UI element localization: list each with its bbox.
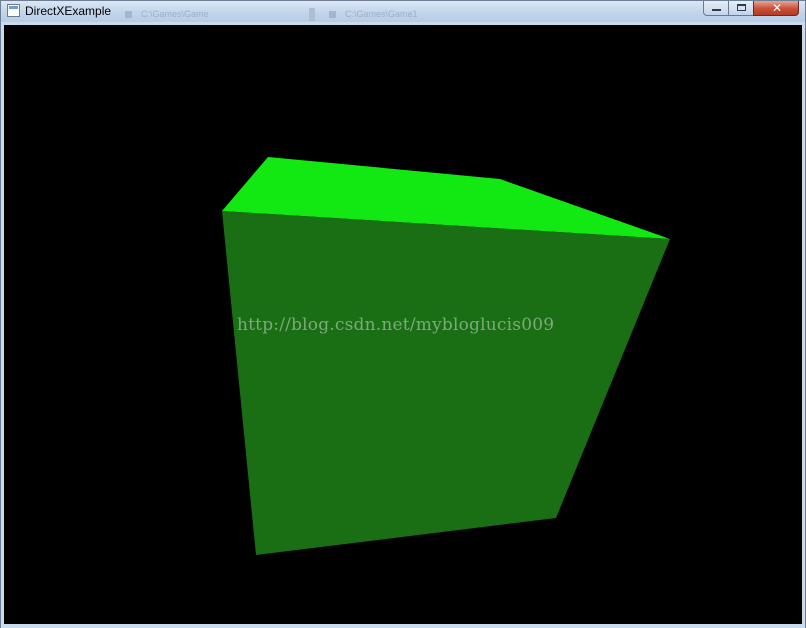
- maximize-button[interactable]: [728, 1, 754, 16]
- minimize-icon: [712, 9, 721, 11]
- app-window: DirectXExample C:\Games\Game C:\Games\Ga…: [0, 0, 806, 628]
- ghost-tab-icon: [329, 11, 336, 18]
- ghost-tab-icon: [125, 11, 132, 18]
- background-window-ghost: C:\Games\Game C:\Games\Game1: [119, 8, 461, 21]
- window-app-icon[interactable]: [7, 4, 20, 17]
- cube-front-face: [222, 211, 670, 555]
- render-viewport[interactable]: http://blog.csdn.net/mybloglucis009: [4, 25, 802, 624]
- ghost-tab-1: C:\Games\Game: [119, 8, 299, 21]
- close-icon: ✕: [771, 1, 783, 15]
- title-bar[interactable]: DirectXExample C:\Games\Game C:\Games\Ga…: [1, 1, 805, 22]
- ghost-tab-2: C:\Games\Game1: [323, 8, 461, 21]
- minimize-button[interactable]: [703, 1, 729, 16]
- window-title: DirectXExample: [25, 4, 112, 18]
- window-bottom-border: [1, 624, 805, 628]
- ghost-tab-label: C:\Games\Game: [141, 9, 209, 19]
- close-button[interactable]: ✕: [753, 1, 799, 16]
- caption-buttons: ✕: [703, 1, 801, 16]
- maximize-icon: [737, 4, 746, 11]
- ghost-tab-label: C:\Games\Game1: [345, 9, 418, 19]
- watermark-url: http://blog.csdn.net/mybloglucis009: [237, 315, 555, 335]
- ghost-divider: [309, 8, 315, 21]
